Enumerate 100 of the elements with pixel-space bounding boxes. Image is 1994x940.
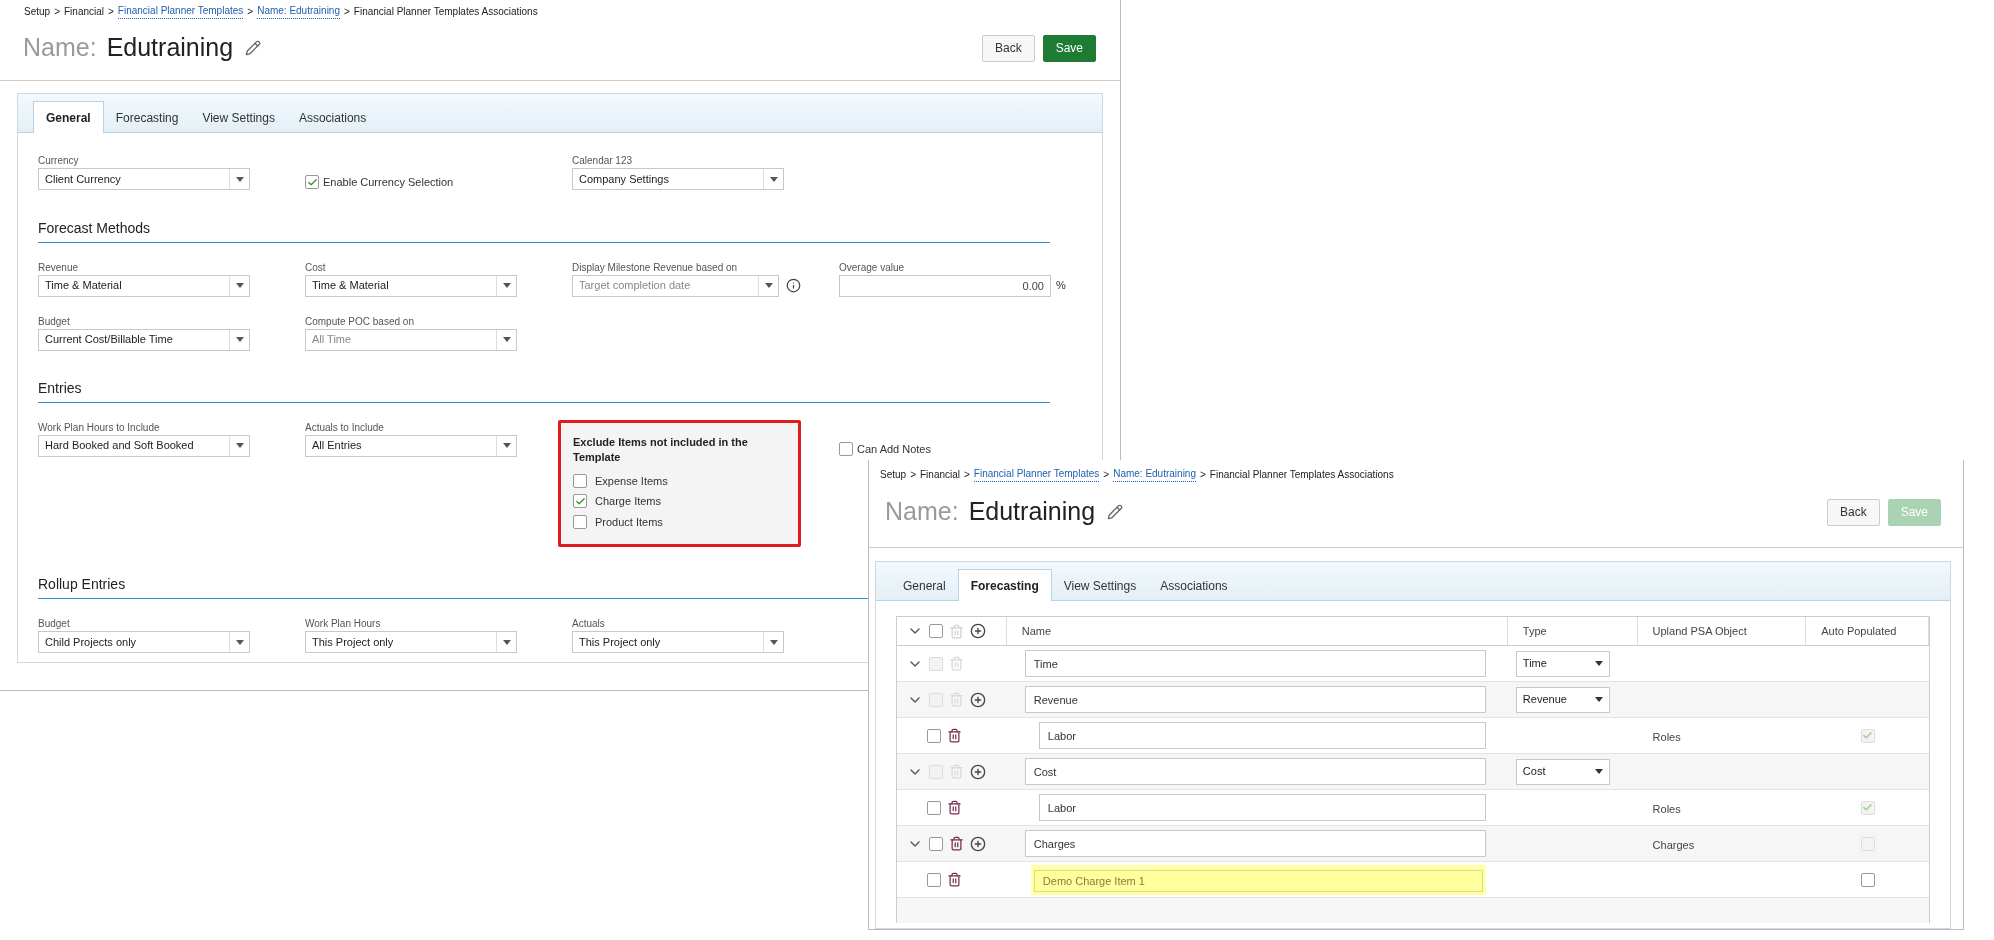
caret-icon xyxy=(1594,769,1603,774)
checkbox-label: Enable Currency Selection xyxy=(323,175,454,190)
name-field[interactable]: Labor xyxy=(1038,722,1486,749)
add-icon[interactable] xyxy=(970,835,986,852)
breadcrumb-separator: > xyxy=(108,4,114,19)
dropdown[interactable]: Time & Material xyxy=(38,274,250,297)
checkbox[interactable] xyxy=(927,728,941,743)
group-title: Exclude Items not included in the Template xyxy=(573,434,749,465)
caret-icon xyxy=(502,337,511,342)
breadcrumb-item: Financial Planner Templates Associations xyxy=(1209,467,1394,482)
breadcrumb-link[interactable]: Financial Planner Templates xyxy=(117,3,244,19)
checkbox[interactable] xyxy=(573,494,587,509)
tab[interactable]: View Settings xyxy=(1051,570,1149,601)
checkbox[interactable] xyxy=(927,800,941,815)
trash-icon[interactable] xyxy=(947,872,962,887)
add-icon[interactable] xyxy=(970,763,986,780)
section-heading: Forecast Methods xyxy=(38,217,1050,243)
column-header: Upland PSA Object xyxy=(1652,623,1747,639)
number-field[interactable]: 0.00 xyxy=(839,274,1051,297)
checkbox[interactable] xyxy=(573,514,587,529)
caret-icon xyxy=(1594,697,1603,702)
breadcrumb-item: Setup xyxy=(880,467,907,482)
name-label: Name: xyxy=(885,496,959,528)
checkbox[interactable] xyxy=(929,836,943,851)
checkbox[interactable] xyxy=(927,872,941,887)
dropdown[interactable]: Hard Booked and Soft Booked xyxy=(38,434,250,457)
caret-icon xyxy=(502,283,511,288)
type-dropdown[interactable]: Revenue xyxy=(1515,686,1610,713)
breadcrumb-separator: > xyxy=(964,467,970,482)
trash-icon[interactable] xyxy=(947,800,962,815)
breadcrumb-separator: > xyxy=(910,467,916,482)
type-dropdown[interactable]: Time xyxy=(1515,650,1610,677)
breadcrumb-item: Financial xyxy=(64,4,104,19)
tab[interactable]: View Settings xyxy=(190,102,287,133)
back-button[interactable]: Back xyxy=(1826,498,1880,526)
name-field[interactable]: Charges xyxy=(1024,830,1486,857)
edit-icon[interactable] xyxy=(245,40,262,56)
dropdown[interactable]: Client Currency xyxy=(38,168,250,190)
dropdown[interactable]: Child Projects only xyxy=(38,631,250,653)
template-name: Edutraining xyxy=(106,32,234,64)
breadcrumb-separator: > xyxy=(247,4,254,19)
trash-icon[interactable] xyxy=(947,728,962,743)
back-button[interactable]: Back xyxy=(981,34,1035,62)
dropdown[interactable]: This Project only xyxy=(572,631,784,653)
dropdown[interactable]: This Project only xyxy=(305,631,517,653)
name-field[interactable]: Cost xyxy=(1024,758,1486,785)
dropdown[interactable]: Current Cost/Billable Time xyxy=(38,328,250,351)
dropdown[interactable]: All Entries xyxy=(305,434,517,457)
name-field[interactable]: Demo Charge Item 1 xyxy=(1033,869,1483,892)
field-label: Work Plan Hours xyxy=(305,617,382,628)
name-field[interactable]: Labor xyxy=(1038,794,1486,821)
caret-icon xyxy=(235,283,244,288)
field-label: Calendar 123 xyxy=(572,154,634,165)
add-icon[interactable] xyxy=(970,623,986,639)
trash-icon[interactable] xyxy=(949,836,964,851)
breadcrumb-item: Financial Planner Templates Associations xyxy=(353,4,538,19)
field-label: Currency xyxy=(38,154,80,165)
caret-icon xyxy=(769,639,778,645)
caret-icon xyxy=(764,283,773,288)
type-dropdown[interactable]: Cost xyxy=(1515,758,1610,785)
checkbox[interactable] xyxy=(929,624,943,638)
edit-icon[interactable] xyxy=(1107,504,1124,520)
caret-icon xyxy=(1594,661,1603,666)
tab[interactable]: General xyxy=(33,101,104,133)
name-field[interactable]: Time xyxy=(1024,650,1486,677)
tab[interactable]: Forecasting xyxy=(103,102,191,133)
breadcrumb-separator: > xyxy=(344,4,350,19)
save-button[interactable]: Save xyxy=(1042,34,1096,62)
field-label: Actuals xyxy=(572,617,606,628)
field-label: Budget xyxy=(38,314,71,326)
dropdown[interactable]: Time & Material xyxy=(305,274,517,297)
caret-icon xyxy=(502,443,511,448)
caret-icon xyxy=(235,176,244,182)
field-label: Budget xyxy=(38,617,71,628)
checkbox[interactable] xyxy=(1860,872,1875,887)
breadcrumb-link[interactable]: Financial Planner Templates xyxy=(973,466,1100,482)
checkbox[interactable] xyxy=(305,175,319,190)
tab[interactable]: Associations xyxy=(286,102,379,133)
breadcrumb-item: Setup xyxy=(24,4,51,19)
field-label: Revenue xyxy=(38,260,80,272)
field-label: Work Plan Hours to Include xyxy=(38,420,161,432)
checkbox[interactable] xyxy=(573,473,587,488)
section-heading: Entries xyxy=(38,377,1050,403)
unit-label: % xyxy=(1056,278,1066,294)
checkbox-label: Product Items xyxy=(595,514,663,530)
field-label: Actuals to Include xyxy=(305,420,385,432)
checkbox[interactable] xyxy=(839,441,853,456)
tab[interactable]: Associations xyxy=(1148,570,1240,601)
table-cell: Charges xyxy=(1652,838,1695,851)
dropdown[interactable]: Company Settings xyxy=(572,168,784,190)
breadcrumb-link[interactable]: Name: Edutraining xyxy=(1113,466,1196,482)
breadcrumb-link[interactable]: Name: Edutraining xyxy=(257,3,340,19)
caret-icon xyxy=(769,176,778,182)
checkbox-label: Charge Items xyxy=(595,494,662,509)
caret-icon xyxy=(235,639,244,645)
tab[interactable]: Forecasting xyxy=(957,569,1052,601)
add-icon[interactable] xyxy=(970,691,986,708)
caret-icon xyxy=(235,443,244,448)
name-field[interactable]: Revenue xyxy=(1024,686,1486,713)
breadcrumb-item: Financial xyxy=(920,467,960,482)
